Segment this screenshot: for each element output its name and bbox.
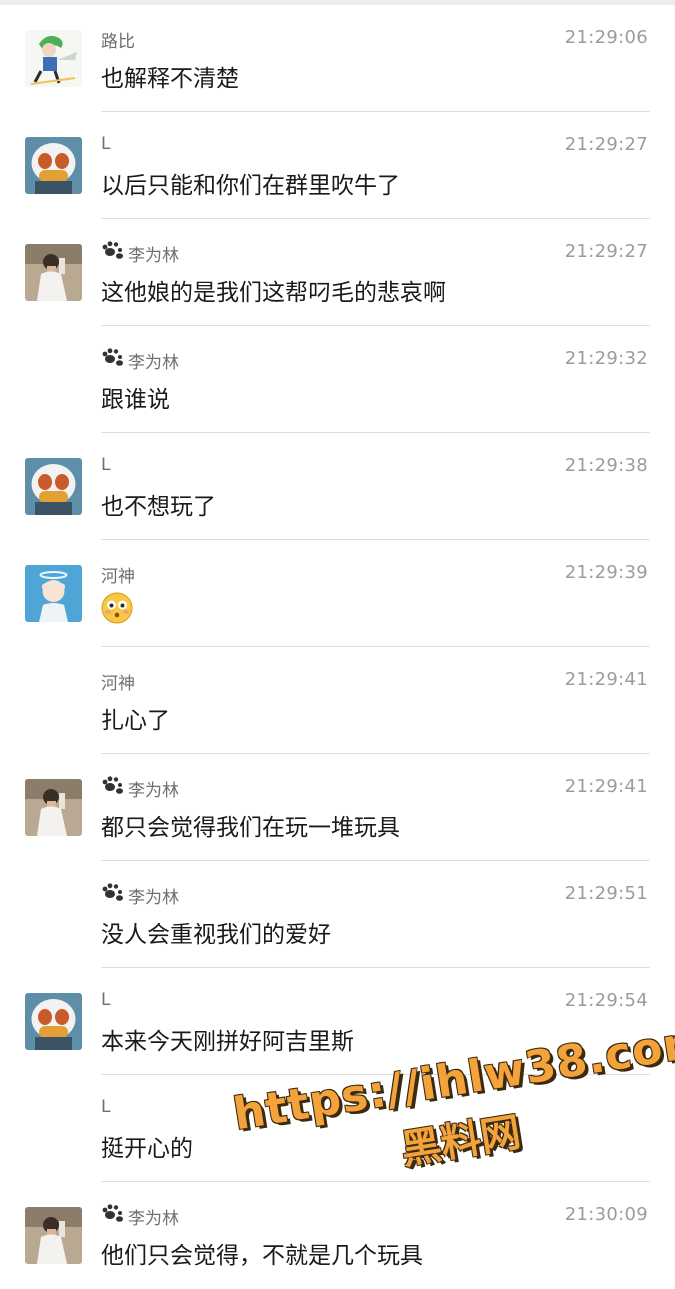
sender-name-text: L (101, 134, 111, 154)
message-text[interactable]: 他们只会觉得，不就是几个玩具 (101, 1236, 423, 1270)
message-text[interactable]: 没人会重视我们的爱好 (101, 915, 331, 949)
sender-name-text: 李为林 (128, 888, 179, 908)
sender-name-text: 李为林 (128, 246, 179, 266)
message-timestamp: 21:29:41 (564, 776, 648, 797)
message-text[interactable]: 挺开心的 (101, 1129, 193, 1163)
chat-message-row[interactable]: L 21:29:38 也不想玩了 (0, 433, 675, 540)
sender-name-text: 河神 (101, 674, 135, 694)
message-timestamp: 21:29:54 (564, 990, 648, 1011)
sender-name-text: L (101, 455, 111, 475)
duck-face-avatar[interactable] (25, 993, 82, 1050)
sender-name: 李为林 (101, 776, 179, 801)
chat-message-row[interactable]: 河神 21:29:39 (0, 540, 675, 647)
sender-name: L (101, 1097, 110, 1117)
sender-name-text: 李为林 (128, 1209, 179, 1229)
message-timestamp: 21:29:27 (564, 241, 648, 262)
flushed-face-emoji (101, 592, 133, 630)
chat-message-row[interactable]: 路比 21:29:06 也解释不清楚 (0, 5, 675, 112)
sender-name-text: L (101, 990, 111, 1010)
person-photo-avatar[interactable] (25, 1207, 82, 1264)
sender-name: L (101, 455, 110, 475)
sender-name: 李为林 (101, 241, 179, 266)
chat-message-row[interactable]: 李为林 21:29:32 跟谁说 (0, 326, 675, 433)
sender-name: L (101, 990, 110, 1010)
sender-name: 河神 (101, 562, 135, 587)
chat-message-row[interactable]: L 21:29:27 以后只能和你们在群里吹牛了 (0, 112, 675, 219)
message-timestamp: 21:29:27 (564, 134, 648, 155)
message-text[interactable]: 跟谁说 (101, 380, 170, 414)
message-timestamp: 21:29:06 (564, 27, 648, 48)
message-text[interactable]: 都只会觉得我们在玩一堆玩具 (101, 808, 400, 842)
message-text[interactable]: 扎心了 (101, 701, 170, 735)
chat-message-row[interactable]: 李为林 21:29:51 没人会重视我们的爱好 (0, 861, 675, 968)
duck-face-avatar[interactable] (25, 458, 82, 515)
paw-print-icon (101, 241, 125, 266)
message-timestamp: 21:29:32 (564, 348, 648, 369)
chat-message-row[interactable]: 李为林 21:29:27 这他娘的是我们这帮叼毛的悲哀啊 (0, 219, 675, 326)
sender-name: L (101, 134, 110, 154)
paw-print-icon (101, 776, 125, 801)
message-timestamp: 21:29:51 (564, 883, 648, 904)
sender-name-text: 李为林 (128, 781, 179, 801)
message-timestamp: 21:29:39 (564, 562, 648, 583)
paw-print-icon (101, 883, 125, 908)
message-text[interactable]: 本来今天刚拼好阿吉里斯 (101, 1022, 354, 1056)
sender-name: 路比 (101, 27, 135, 52)
person-photo-avatar[interactable] (25, 244, 82, 301)
message-timestamp: 21:29:41 (564, 669, 648, 690)
chat-message-row[interactable]: 河神 21:29:41 扎心了 (0, 647, 675, 754)
sender-name-text: 李为林 (128, 353, 179, 373)
duck-face-avatar[interactable] (25, 137, 82, 194)
message-text[interactable]: 这他娘的是我们这帮叼毛的悲哀啊 (101, 273, 446, 307)
sender-name: 李为林 (101, 883, 179, 908)
message-text[interactable]: 也不想玩了 (101, 487, 216, 521)
sender-name: 河神 (101, 669, 135, 694)
paw-print-icon (101, 348, 125, 373)
sender-name-text: L (101, 1097, 111, 1117)
paw-print-icon (101, 1204, 125, 1229)
message-text[interactable] (101, 592, 133, 630)
sender-name-text: 河神 (101, 567, 135, 587)
sender-name-text: 路比 (101, 32, 135, 52)
anime-boy-avatar[interactable] (25, 565, 82, 622)
message-text[interactable]: 也解释不清楚 (101, 59, 239, 93)
sender-name: 李为林 (101, 1204, 179, 1229)
person-photo-avatar[interactable] (25, 779, 82, 836)
message-timestamp: 21:30:09 (564, 1204, 648, 1225)
green-hair-character-avatar[interactable] (25, 30, 82, 87)
sender-name: 李为林 (101, 348, 179, 373)
message-timestamp: 21:29:38 (564, 455, 648, 476)
chat-message-row[interactable]: 李为林 21:29:41 都只会觉得我们在玩一堆玩具 (0, 754, 675, 861)
message-text[interactable]: 以后只能和你们在群里吹牛了 (101, 166, 400, 200)
